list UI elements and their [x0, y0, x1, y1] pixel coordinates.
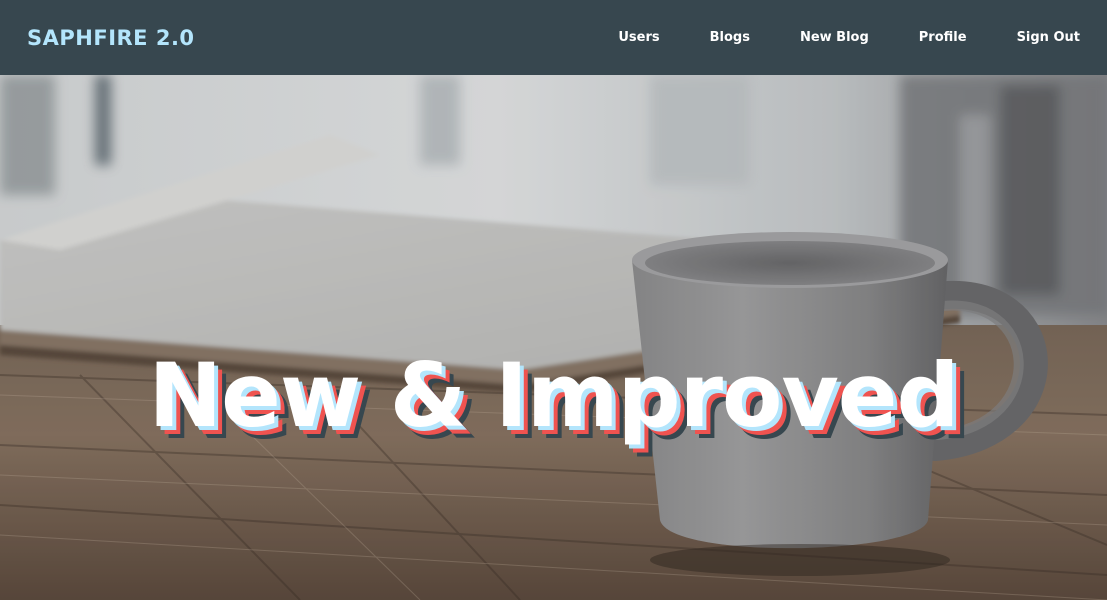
- nav-link-sign-out[interactable]: Sign Out: [1017, 30, 1080, 45]
- nav-link-profile[interactable]: Profile: [919, 30, 967, 45]
- nav-links: Users Blogs New Blog Profile Sign Out: [618, 30, 1080, 45]
- nav-link-new-blog[interactable]: New Blog: [800, 30, 869, 45]
- nav-link-users[interactable]: Users: [618, 30, 659, 45]
- brand-logo[interactable]: SAPHFIRE 2.0: [27, 26, 195, 50]
- hero-background-image: [0, 75, 1107, 600]
- top-navbar: SAPHFIRE 2.0 Users Blogs New Blog Profil…: [0, 0, 1107, 75]
- hero-banner: New & Improved: [0, 75, 1107, 600]
- hero-title: New & Improved: [148, 343, 960, 447]
- nav-link-blogs[interactable]: Blogs: [710, 30, 750, 45]
